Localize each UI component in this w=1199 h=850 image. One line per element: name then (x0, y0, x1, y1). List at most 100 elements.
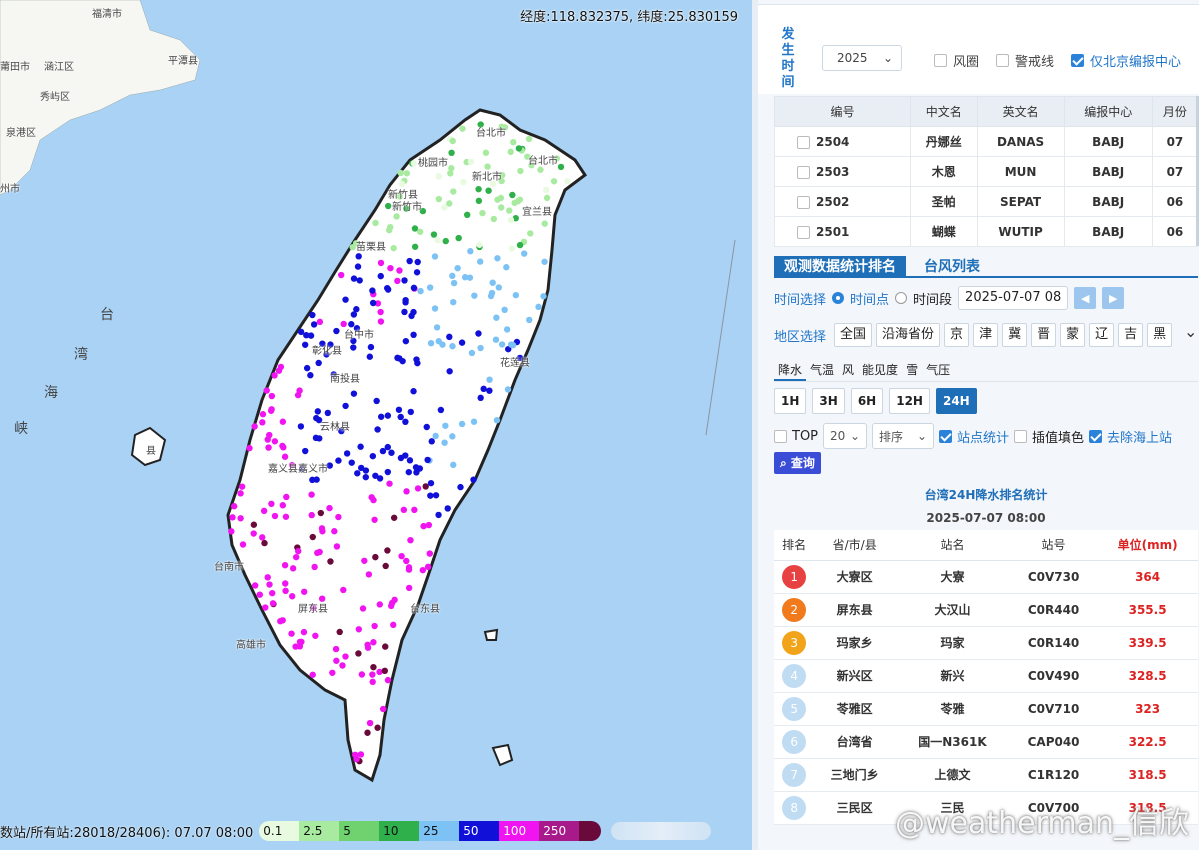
station-dot (336, 628, 343, 636)
interp-checkbox[interactable] (1014, 429, 1028, 443)
station-dot (370, 663, 377, 671)
typhoon-row[interactable]: 2504 丹娜丝 DANAS BABJ 07 (774, 126, 1199, 157)
element-tab[interactable]: 雪 (902, 360, 922, 381)
station-dot (477, 394, 484, 402)
query-button[interactable]: ⌕ 查询 (774, 452, 821, 474)
station-dot (411, 243, 419, 250)
hour-button[interactable]: 6H (850, 388, 884, 414)
station-dot (490, 215, 498, 223)
hour-button[interactable]: 24H (935, 388, 977, 414)
row-checkbox[interactable] (797, 195, 810, 209)
station-dot (288, 630, 295, 637)
typhoon-cell: 丹娜丝 (909, 126, 978, 157)
station-dot (397, 413, 404, 421)
checkbox-icon[interactable] (934, 54, 947, 67)
sort-select[interactable]: 排序 ⌄ (872, 423, 935, 449)
typhoon-cell: MUN (976, 156, 1065, 187)
hour-button[interactable]: 1H (774, 388, 807, 414)
wind-circle-option[interactable]: 风圈 (934, 51, 979, 70)
station-dot (293, 553, 300, 561)
hour-button[interactable]: 12H (889, 388, 930, 414)
station-dot (564, 177, 571, 185)
radio-time-span[interactable] (895, 292, 908, 304)
remove-sea-checkbox[interactable] (1089, 429, 1103, 443)
rank-row[interactable]: 4 新兴区 新兴 C0V490 328.5 (774, 659, 1198, 693)
radio-time-point[interactable] (832, 292, 845, 304)
station-dot (374, 724, 381, 731)
rank-table-header: 排名 省/市/县 站名 站号 单位(mm) (774, 530, 1198, 561)
station-dot (373, 397, 380, 405)
typhoon-row[interactable]: 2502 圣帕 SEPAT BABJ 06 (774, 186, 1199, 217)
typhoon-row[interactable]: 2501 蝴蝶 WUTIP BABJ 06 (774, 216, 1199, 247)
checkbox-icon[interactable] (996, 54, 1009, 67)
region-button[interactable]: 沿海省份 (876, 323, 941, 347)
region-button[interactable]: 吉 (1118, 323, 1144, 347)
element-tab[interactable]: 气压 (922, 360, 954, 381)
station-dot (431, 305, 439, 312)
checkbox-checked-icon[interactable] (1071, 54, 1084, 67)
row-checkbox[interactable] (797, 135, 810, 149)
place-label: 秀屿区 (40, 92, 70, 103)
typhoon-row[interactable]: 2503 木恩 MUN BABJ 07 (774, 156, 1199, 187)
rank-row[interactable]: 1 大寮区 大寮 C0V730 364 (774, 560, 1198, 594)
station-dot (259, 411, 267, 418)
station-dot (414, 359, 421, 367)
element-tab[interactable]: 降水 (774, 360, 807, 381)
rank-row[interactable]: 5 苓雅区 苓雅 C0V710 323 (774, 692, 1198, 726)
legend-swatch: 2.5 (299, 821, 340, 841)
station-dot (326, 504, 333, 512)
region-button[interactable]: 黑 (1147, 323, 1173, 347)
typhoon-cell: 06 (1151, 186, 1199, 217)
element-tab[interactable]: 风 (838, 360, 858, 381)
hour-button[interactable]: 3H (812, 388, 845, 414)
region-button[interactable]: 津 (973, 323, 999, 347)
top-n-select[interactable]: 20 ⌄ (823, 423, 868, 449)
row-checkbox[interactable] (797, 225, 810, 239)
station-dot (509, 191, 516, 199)
station-dot (369, 299, 377, 307)
element-tab[interactable]: 气温 (806, 360, 838, 381)
typhoon-cell: 圣帕 (909, 186, 978, 217)
station-dot (246, 444, 253, 452)
rank-cell: 364 (1097, 560, 1198, 594)
station-dot (486, 387, 493, 394)
watermark: @weatherman_信欣 (894, 806, 1189, 841)
region-button[interactable]: 冀 (1002, 323, 1028, 347)
typhoon-cell-text: BABJ (1092, 164, 1125, 179)
region-button[interactable]: 辽 (1089, 323, 1115, 347)
prev-time-button[interactable]: ◀ (1074, 287, 1097, 309)
rank-row[interactable]: 6 台湾省 国一N361K CAP040 322.5 (774, 725, 1198, 759)
typhoon-filter-card: 发生时间 2025 ⌄ 风圈 警戒线 仅北京编报中心 (758, 4, 1199, 94)
station-dot (420, 522, 427, 530)
top-checkbox[interactable] (774, 429, 787, 443)
beijing-only-option[interactable]: 仅北京编报中心 (1071, 51, 1181, 70)
year-select[interactable]: 2025 ⌄ (822, 45, 902, 71)
region-button[interactable]: 京 (944, 323, 970, 347)
rank-row[interactable]: 3 玛家乡 玛家 C0R140 339.5 (774, 626, 1198, 660)
next-time-button[interactable]: ▶ (1102, 287, 1125, 309)
region-expand-chevron-icon[interactable]: ⌄ (1184, 322, 1197, 341)
rank-row[interactable]: 7 三地门乡 上德文 C1R120 318.5 (774, 758, 1198, 792)
legend-swatch: 5 (339, 821, 380, 841)
region-button[interactable]: 蒙 (1060, 323, 1086, 347)
date-input[interactable]: 2025-07-07 08 (958, 286, 1069, 310)
station-dot (377, 318, 385, 325)
rank-row[interactable]: 2 屏东县 大汉山 C0R440 355.5 (774, 593, 1198, 627)
place-label: 花莲县 (500, 358, 530, 369)
element-tab[interactable]: 能见度 (858, 360, 902, 381)
station-dot (358, 671, 366, 678)
warning-line-option[interactable]: 警戒线 (996, 51, 1054, 70)
rainfall-map[interactable]: 经度:118.832375, 纬度:25.830159 福清市 平潭县 莆田市 涵江区… (0, 0, 752, 850)
tab-observation-ranking[interactable]: 观测数据统计排名 (774, 256, 906, 278)
station-dot (427, 492, 434, 499)
station-stat-checkbox[interactable] (939, 429, 953, 443)
row-checkbox[interactable] (797, 165, 810, 179)
region-button[interactable]: 晋 (1031, 323, 1057, 347)
station-dot (413, 269, 421, 276)
typhoon-cell-text: BABJ (1092, 134, 1125, 149)
station-dot (466, 274, 474, 281)
station-dot (342, 653, 349, 660)
region-button[interactable]: 全国 (834, 323, 873, 347)
station-dot (493, 314, 500, 321)
tab-typhoon-list[interactable]: 台风列表 (924, 256, 980, 278)
